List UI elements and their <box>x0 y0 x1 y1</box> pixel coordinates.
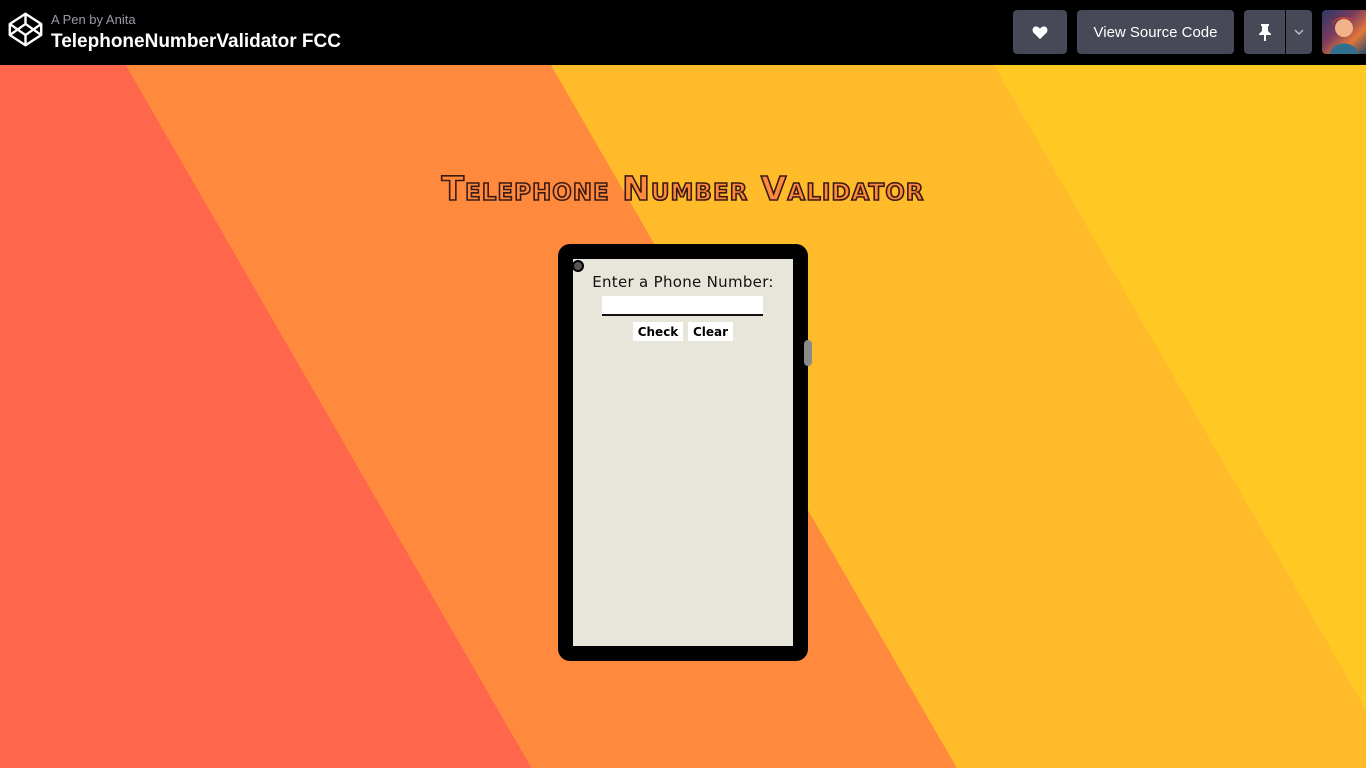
heart-icon <box>1032 26 1048 39</box>
page-title: Telephone Number Validator <box>441 168 925 209</box>
phone-input-label: Enter a Phone Number: <box>592 273 774 291</box>
pin-button[interactable] <box>1244 10 1285 54</box>
phone-screen: Enter a Phone Number: Check Clear <box>573 259 793 646</box>
pin-dropdown-button[interactable] <box>1286 10 1312 54</box>
phone-frame: Enter a Phone Number: Check Clear <box>558 244 808 661</box>
pin-icon <box>1258 24 1271 41</box>
codepen-logo-icon[interactable] <box>7 11 44 48</box>
pen-info: A Pen by Anita TelephoneNumberValidator … <box>51 12 341 55</box>
check-button[interactable]: Check <box>633 322 683 341</box>
phone-number-input[interactable] <box>602 296 763 316</box>
view-source-button[interactable]: View Source Code <box>1077 10 1234 54</box>
user-avatar[interactable] <box>1322 10 1366 54</box>
chevron-down-icon <box>1294 29 1304 35</box>
clear-button[interactable]: Clear <box>688 322 733 341</box>
like-button[interactable] <box>1013 10 1067 54</box>
phone-side-button <box>804 340 812 366</box>
pen-byline[interactable]: A Pen by Anita <box>51 12 341 28</box>
pen-preview: Telephone Number Validator Enter a Phone… <box>0 65 1366 768</box>
avatar-image <box>1330 17 1358 54</box>
pen-title: TelephoneNumberValidator FCC <box>51 31 341 52</box>
camera-icon <box>572 260 584 272</box>
codepen-header: A Pen by Anita TelephoneNumberValidator … <box>0 0 1366 65</box>
